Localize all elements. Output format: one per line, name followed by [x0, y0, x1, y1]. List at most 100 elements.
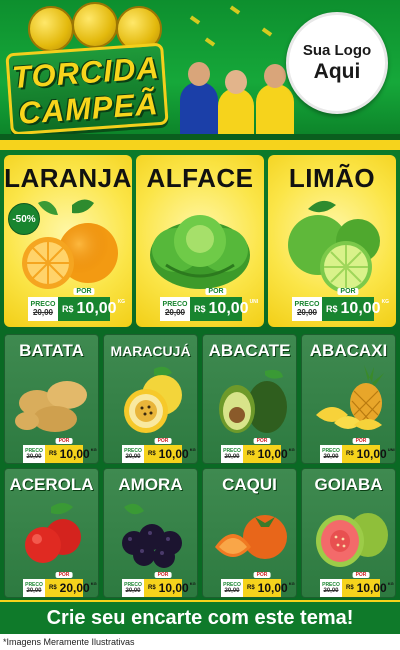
header-banner: TORCIDA CAMPEÃ Sua Logo Aqui [0, 0, 400, 150]
old-price-box: PRECO 20,00 [23, 445, 45, 463]
currency-symbol: R$ [247, 451, 255, 457]
price-tag: PRECO 20,00 POR R$ 10,00 KG [28, 288, 125, 321]
new-price-label: POR [253, 572, 271, 578]
product-card-abacate[interactable]: ABACATE PRECO 20,00 POR R$ 10,00 KG [202, 334, 297, 464]
acerola-icon [25, 503, 81, 563]
persimmon-icon [215, 515, 287, 559]
new-price-box: POR R$ 10,00 KG [58, 288, 125, 321]
new-price-label: POR [352, 572, 370, 578]
old-price-value: 20,00 [125, 588, 141, 594]
old-price-value: 20,00 [296, 308, 318, 317]
product-card-goiaba[interactable]: GOIABA PRECO 20,00 POR R$ 10,00 KG [301, 468, 396, 598]
soccer-ball-icon [28, 6, 74, 52]
old-price-box: PRECO 20,00 [320, 579, 342, 597]
price-value: 20,00 [59, 581, 90, 595]
product-card-laranja[interactable]: LARANJA -50% PRECO 20,00 POR R$ 10,00 KG [4, 155, 132, 327]
old-price-box: PRECO 20,00 [221, 579, 243, 597]
blackberry-icon [122, 503, 182, 568]
old-price-label: PRECO [30, 301, 56, 308]
price-value: 10,00 [76, 300, 117, 317]
old-price-label: PRECO [162, 301, 188, 308]
lettuce-icon [150, 215, 250, 289]
product-name: GOIABA [314, 475, 383, 494]
old-price-value: 20,00 [323, 588, 339, 594]
currency-symbol: R$ [326, 304, 338, 314]
potato-icon [15, 381, 87, 432]
price-tag: PRECO 20,00 POR R$ 10,00 KG [221, 572, 295, 597]
new-price-box: POR R$ 10,00 KG [45, 438, 97, 463]
price-unit: KG [387, 581, 394, 586]
old-price-box: PRECO 20,00 [28, 297, 58, 321]
cta-banner[interactable]: Crie seu encarte com este tema! [0, 600, 400, 634]
price-tag: PRECO 20,00 POR R$ 10,00 KG [320, 572, 394, 597]
lime-icon [288, 200, 380, 293]
price-tag: PRECO 20,00 POR R$ 10,00 UNI [320, 438, 395, 463]
price-value: 10,00 [158, 447, 189, 461]
price-unit: KG [381, 299, 390, 305]
old-price-value: 20,00 [224, 588, 240, 594]
old-price-value: 20,00 [26, 588, 42, 594]
product-name: ACEROLA [9, 475, 94, 494]
price-unit: KG [90, 581, 97, 586]
old-price-box: PRECO 20,00 [23, 579, 45, 597]
product-card-limao[interactable]: LIMÃO PRECO 20,00 POR R$ 10,00 KG [268, 155, 396, 327]
product-card-caqui[interactable]: CAQUI PRECO 20,00 POR R$ 10,00 KG [202, 468, 297, 598]
currency-symbol: R$ [148, 451, 156, 457]
price-unit: KG [288, 447, 295, 452]
price-tag: PRECO 20,00 POR R$ 10,00 KG [23, 438, 97, 463]
old-price-value: 20,00 [125, 454, 141, 460]
currency-symbol: R$ [346, 585, 354, 591]
currency-symbol: R$ [148, 585, 156, 591]
currency-symbol: R$ [49, 585, 57, 591]
cta-text: Crie seu encarte com este tema! [46, 606, 354, 629]
campaign-logo: TORCIDA CAMPEÃ [5, 42, 169, 136]
new-price-label: POR [154, 438, 172, 444]
disclaimer-text: *Imagens Meramente Ilustrativas [0, 634, 400, 650]
new-price-label: POR [55, 438, 73, 444]
new-price-box: POR R$ 20,00 KG [45, 572, 97, 597]
confetti [261, 27, 273, 37]
old-price-value: 20,00 [224, 454, 240, 460]
store-logo-line1: Sua Logo [302, 42, 372, 60]
price-unit: KG [90, 447, 97, 452]
old-price-label: PRECO [294, 301, 320, 308]
product-card-acerola[interactable]: ACEROLA PRECO 20,00 POR R$ 20,00 KG [4, 468, 99, 598]
passion-fruit-icon [124, 366, 182, 433]
store-logo-line2: Aqui [313, 59, 361, 83]
price-tag: PRECO 20,00 POR R$ 10,00 UNI [160, 288, 258, 321]
price-unit: KG [117, 299, 126, 305]
old-price-box: PRECO 20,00 [320, 445, 342, 463]
product-card-amora[interactable]: AMORA PRECO 20,00 POR R$ 10,00 KG [103, 468, 198, 598]
fan-head [188, 62, 210, 86]
product-name: ABACAXI [309, 341, 388, 360]
new-price-label: POR [154, 572, 172, 578]
fan-head [225, 70, 247, 94]
featured-products: LARANJA -50% PRECO 20,00 POR R$ 10,00 KG… [0, 150, 400, 332]
new-price-label: POR [253, 438, 271, 444]
new-price-label: POR [337, 288, 359, 295]
price-tag: PRECO 20,00 POR R$ 10,00 KG [221, 438, 295, 463]
old-price-box: PRECO 20,00 [160, 297, 190, 321]
new-price-label: POR [73, 288, 95, 295]
header-divider [0, 140, 400, 150]
product-name: MARACUJÁ [110, 343, 191, 359]
new-price-box: POR R$ 10,00 KG [144, 438, 196, 463]
product-card-alface[interactable]: ALFACE PRECO 20,00 POR R$ 10,00 UNI [136, 155, 264, 327]
currency-symbol: R$ [247, 585, 255, 591]
new-price-label: POR [55, 572, 73, 578]
product-card-batata[interactable]: BATATA PRECO 20,00 POR R$ 10,00 KG [4, 334, 99, 464]
price-tag: PRECO 20,00 POR R$ 10,00 KG [122, 572, 196, 597]
product-card-abacaxi[interactable]: ABACAXI PRECO 20,00 POR R$ 10,00 UNI [301, 334, 396, 464]
price-unit: UNI [249, 299, 259, 305]
confetti [229, 5, 241, 15]
price-unit: KG [189, 581, 196, 586]
new-price-box: POR R$ 10,00 KG [243, 438, 295, 463]
currency-symbol: R$ [49, 451, 57, 457]
currency-symbol: R$ [62, 304, 74, 314]
new-price-box: POR R$ 10,00 UNI [342, 438, 395, 463]
confetti [189, 15, 201, 25]
price-tag: PRECO 20,00 POR R$ 20,00 KG [23, 572, 97, 597]
product-card-maracuja[interactable]: MARACUJÁ PRECO 20,00 POR R$ 10,00 KG [103, 334, 198, 464]
pineapple-icon [316, 365, 384, 430]
product-name: ABACATE [208, 341, 291, 360]
